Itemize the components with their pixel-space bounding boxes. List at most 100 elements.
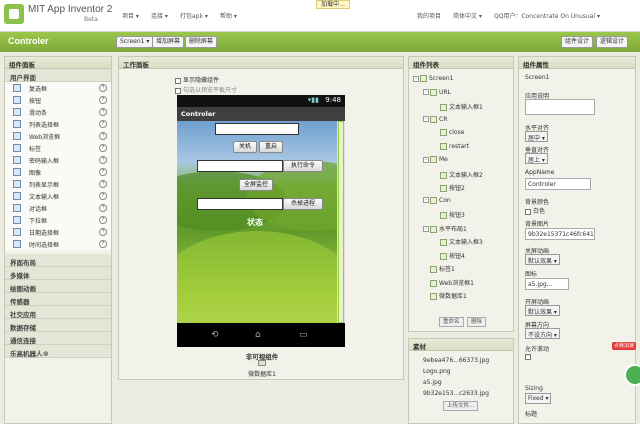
- tree-node[interactable]: - Me: [423, 156, 448, 163]
- palette-item[interactable]: 图像?: [5, 166, 111, 178]
- help-icon[interactable]: ?: [99, 156, 107, 164]
- tree-node[interactable]: 按钮2: [433, 183, 465, 192]
- menu-build-apk[interactable]: 打包apk ▾: [180, 11, 208, 20]
- nonvisible-tinydb[interactable]: 微数据库1: [119, 369, 405, 378]
- align-horizontal-select[interactable]: 居中 ▾: [525, 131, 548, 142]
- palette-group-ui[interactable]: 用户界面: [5, 69, 111, 82]
- palette-group[interactable]: 社交应用: [5, 306, 111, 319]
- tablet-size-option[interactable]: 勾选以预览平板尺寸: [175, 85, 237, 94]
- palette-item[interactable]: 列表选择框?: [5, 118, 111, 130]
- background-color-value[interactable]: 白色: [525, 206, 545, 215]
- tree-node[interactable]: 文本输入框3: [433, 237, 483, 246]
- media-item[interactable]: 9ebea476...66373.jpg: [423, 357, 489, 364]
- help-icon[interactable]: ?: [99, 120, 107, 128]
- help-icon[interactable]: ?: [99, 168, 107, 176]
- palette-item[interactable]: 标签?: [5, 142, 111, 154]
- media-item[interactable]: Logo.png: [423, 368, 451, 375]
- menu-connect[interactable]: 连接 ▾: [151, 11, 168, 20]
- tree-node[interactable]: - CR: [423, 115, 447, 123]
- scrollable-checkbox-row[interactable]: [525, 353, 533, 360]
- help-icon[interactable]: ?: [99, 240, 107, 248]
- help-icon[interactable]: ?: [99, 180, 107, 188]
- palette-item[interactable]: 对话框?: [5, 202, 111, 214]
- palette-item[interactable]: 按钮?: [5, 94, 111, 106]
- tree-node[interactable]: 文本输入框1: [433, 102, 483, 111]
- my-projects-link[interactable]: 我的项目: [417, 11, 441, 20]
- language-menu[interactable]: 简体中文 ▾: [453, 11, 482, 20]
- tree-toggle-icon[interactable]: -: [413, 75, 419, 82]
- palette-item[interactable]: 下拉框?: [5, 214, 111, 226]
- help-icon[interactable]: ?: [99, 204, 107, 212]
- phone-scrollbar[interactable]: [337, 121, 345, 323]
- phone-scrollbar-thumb[interactable]: [338, 121, 344, 323]
- tree-toggle-icon[interactable]: -: [423, 226, 429, 232]
- media-item[interactable]: a5.jpg: [423, 379, 442, 386]
- palette-group[interactable]: 界面布局: [5, 254, 111, 267]
- tree-node[interactable]: - URL: [423, 88, 451, 96]
- about-screen-textarea[interactable]: [525, 99, 595, 115]
- shutdown-button[interactable]: 关机: [233, 141, 257, 153]
- scrollable-checkbox[interactable]: [525, 353, 531, 360]
- tree-node[interactable]: - 水平布局1: [423, 224, 467, 233]
- tree-node[interactable]: 按钮4: [433, 251, 465, 260]
- tree-node[interactable]: - Con: [423, 196, 451, 204]
- speed-up-badge[interactable]: 点我加速: [612, 342, 636, 350]
- url-textbox[interactable]: [215, 123, 299, 135]
- help-icon[interactable]: ?: [99, 144, 107, 152]
- show-hidden-option[interactable]: 显示隐藏组件: [175, 75, 219, 84]
- command-textbox[interactable]: [197, 160, 283, 172]
- palette-item[interactable]: 文本输入框?: [5, 190, 111, 202]
- open-animation-select[interactable]: 默认效果 ▾: [525, 305, 560, 316]
- tree-node[interactable]: 按钮3: [433, 210, 465, 219]
- media-item[interactable]: 9b32e153...c2633.jpg: [423, 390, 489, 397]
- restart-button[interactable]: 重启: [259, 141, 283, 153]
- palette-group[interactable]: 传感器: [5, 293, 111, 306]
- help-icon[interactable]: ?: [99, 192, 107, 200]
- palette-group[interactable]: 多媒体: [5, 267, 111, 280]
- palette-group[interactable]: 通信连接: [5, 332, 111, 345]
- tree-toggle-icon[interactable]: -: [423, 89, 429, 95]
- palette-item[interactable]: 复选框?: [5, 82, 111, 94]
- close-animation-select[interactable]: 默认效果 ▾: [525, 254, 560, 265]
- add-screen-button[interactable]: 增加屏幕: [152, 36, 185, 48]
- align-vertical-select[interactable]: 居上 ▾: [525, 153, 548, 164]
- palette-group[interactable]: 数据存储: [5, 319, 111, 332]
- delete-button[interactable]: 删除: [467, 317, 487, 327]
- floating-helper-icon[interactable]: [624, 364, 640, 386]
- palette-item[interactable]: 时间选择框?: [5, 238, 111, 250]
- help-icon[interactable]: ?: [99, 216, 107, 224]
- tree-toggle-icon[interactable]: -: [423, 197, 429, 203]
- fullscreen-monitor-button[interactable]: 全屏监控: [239, 179, 273, 191]
- palette-item[interactable]: 滑动条?: [5, 106, 111, 118]
- help-icon[interactable]: ?: [99, 132, 107, 140]
- kill-process-button[interactable]: 杀掉进程: [283, 198, 323, 210]
- tree-node[interactable]: 标签1: [423, 264, 455, 273]
- tree-node[interactable]: restart: [433, 142, 469, 150]
- execute-command-button[interactable]: 执行命令: [283, 160, 323, 172]
- show-hidden-checkbox[interactable]: [175, 77, 181, 84]
- help-icon[interactable]: ?: [99, 96, 107, 104]
- designer-button[interactable]: 组件设计: [561, 36, 594, 48]
- rename-button[interactable]: 重命名: [439, 317, 464, 327]
- tree-node[interactable]: 文本输入框2: [433, 170, 483, 179]
- palette-item[interactable]: 日期选择框?: [5, 226, 111, 238]
- help-icon[interactable]: ?: [99, 84, 107, 92]
- icon-input[interactable]: a5.jpg...: [525, 278, 569, 290]
- help-icon[interactable]: ?: [99, 228, 107, 236]
- blocks-button[interactable]: 逻辑设计: [596, 36, 629, 48]
- palette-item[interactable]: 密码输入框?: [5, 154, 111, 166]
- background-image-input[interactable]: 9b32e15371c46fc6414: [525, 228, 595, 240]
- tree-toggle-icon[interactable]: -: [423, 116, 429, 122]
- tree-node[interactable]: Web浏览框1: [423, 278, 474, 287]
- palette-item[interactable]: 列表显示框?: [5, 178, 111, 190]
- tree-node[interactable]: close: [433, 129, 464, 136]
- appname-input[interactable]: Controler: [525, 178, 591, 190]
- palette-group[interactable]: 绘图动画: [5, 280, 111, 293]
- process-textbox[interactable]: [197, 198, 283, 210]
- sizing-select[interactable]: Fixed ▾: [525, 393, 552, 404]
- user-menu[interactable]: QQ用户：Concentrate On Unusual ▾: [494, 11, 600, 20]
- palette-item[interactable]: Web浏览框?: [5, 130, 111, 142]
- tablet-size-checkbox[interactable]: [175, 87, 181, 94]
- help-icon[interactable]: ?: [99, 108, 107, 116]
- menu-help[interactable]: 帮助 ▾: [220, 11, 237, 20]
